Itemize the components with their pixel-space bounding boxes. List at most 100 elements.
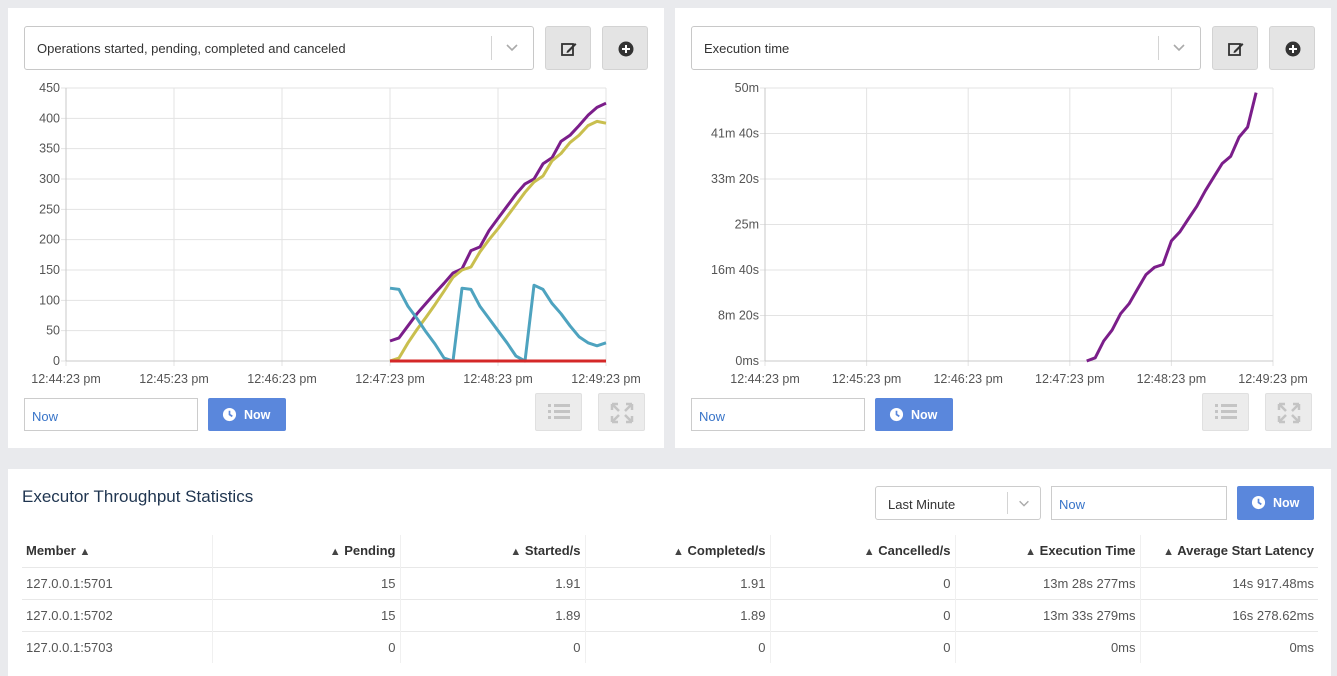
table-row: 127.0.0.1:5703 0 0 0 0 0ms 0ms (22, 630, 1318, 663)
metric-select-value: Operations started, pending, completed a… (37, 41, 346, 56)
metric-select[interactable]: Execution time (691, 26, 1201, 70)
add-chart-button[interactable] (602, 26, 648, 70)
y-tick-label: 0ms (735, 354, 759, 368)
sort-icon[interactable]: ▲ (1025, 546, 1036, 558)
cell-cancelled: 0 (770, 598, 956, 631)
now-button[interactable]: Now (1237, 486, 1314, 520)
time-range-value: Last Minute (888, 497, 956, 512)
select-divider (1158, 36, 1159, 60)
y-tick-label: 50m (735, 81, 759, 95)
time-input[interactable]: Now (1051, 486, 1227, 520)
expand-icon (1277, 402, 1301, 424)
throughput-table: Member ▲︎ ▲ Pending ▲ Started/s ▲ Comple… (22, 535, 1318, 663)
cell-pending: 15 (212, 566, 401, 599)
y-tick-label: 150 (39, 263, 60, 277)
legend-toggle-button[interactable] (1202, 393, 1249, 431)
throughput-stats-panel: Executor Throughput Statistics Last Minu… (8, 469, 1331, 676)
y-tick-label: 25m (735, 218, 759, 232)
x-tick-label: 12:46:23 pm (247, 372, 317, 386)
sort-icon[interactable]: ▲ (864, 546, 875, 558)
time-input[interactable]: Now (24, 398, 198, 431)
y-tick-label: 100 (39, 293, 60, 307)
y-tick-label: 16m 40s (711, 263, 759, 277)
legend-toggle-button[interactable] (535, 393, 582, 431)
x-tick-label: 12:44:23 pm (730, 372, 800, 386)
cell-pending: 15 (212, 598, 401, 631)
clock-icon (1251, 495, 1266, 510)
execution-time-chart-panel: Execution time 0ms 8m 20s 16m 40s 25m 33m 20… (675, 8, 1331, 448)
y-tick-label: 350 (39, 142, 60, 156)
time-input[interactable]: Now (691, 398, 865, 431)
chevron-down-icon[interactable] (1171, 39, 1187, 55)
edit-chart-button[interactable] (545, 26, 591, 70)
now-button[interactable]: Now (875, 398, 953, 431)
chevron-down-icon[interactable] (504, 39, 520, 55)
sort-icon[interactable]: ▲︎ (79, 546, 90, 558)
time-input-value: Now (32, 409, 59, 424)
cell-completed: 0 (585, 630, 771, 663)
table-row: 127.0.0.1:5701 15 1.91 1.91 0 13m 28s 27… (22, 566, 1318, 599)
select-divider (491, 36, 492, 60)
column-header-pending[interactable]: ▲ Pending (212, 535, 401, 567)
operations-line-chart: 0 50 100 150 200 250 300 350 400 450 12:44:23 pm 12… (31, 81, 641, 386)
x-tick-label: 12:46:23 pm (933, 372, 1003, 386)
list-icon (548, 404, 570, 419)
chevron-down-icon[interactable] (1017, 496, 1031, 510)
cell-started: 1.89 (400, 598, 586, 631)
y-tick-label: 8m 20s (718, 309, 759, 323)
x-tick-label: 12:45:23 pm (139, 372, 209, 386)
cell-completed: 1.89 (585, 598, 771, 631)
fullscreen-button[interactable] (1265, 393, 1312, 431)
column-header-execution-time[interactable]: ▲ Execution Time (955, 535, 1141, 567)
y-tick-label: 41m 40s (711, 127, 759, 141)
edit-chart-button[interactable] (1212, 26, 1258, 70)
plus-circle-icon (1285, 41, 1301, 57)
clock-icon (889, 407, 904, 422)
column-header-avg-start-latency[interactable]: ▲ Average Start Latency (1140, 535, 1318, 567)
cell-member: 127.0.0.1:5703 (22, 630, 213, 663)
cell-avg-start-latency: 14s 917.48ms (1140, 566, 1318, 599)
cell-execution-time: 13m 33s 279ms (955, 598, 1141, 631)
now-button-label: Now (911, 408, 938, 422)
column-header-cancelled[interactable]: ▲ Cancelled/s (770, 535, 956, 567)
sort-icon[interactable]: ▲ (330, 546, 341, 558)
cell-avg-start-latency: 0ms (1140, 630, 1318, 663)
edit-icon (1228, 43, 1244, 56)
table-row: 127.0.0.1:5702 15 1.89 1.89 0 13m 33s 27… (22, 598, 1318, 631)
metric-select[interactable]: Operations started, pending, completed a… (24, 26, 534, 70)
execution-time-line-chart: 0ms 8m 20s 16m 40s 25m 33m 20s 41m 40s 50m 12:4… (711, 81, 1308, 386)
add-chart-button[interactable] (1269, 26, 1315, 70)
x-tick-label: 12:49:23 pm (571, 372, 641, 386)
select-divider (1007, 492, 1008, 514)
y-tick-label: 200 (39, 233, 60, 247)
cell-execution-time: 0ms (955, 630, 1141, 663)
now-button-label: Now (1273, 496, 1300, 510)
edit-icon (561, 43, 577, 56)
column-header-started[interactable]: ▲ Started/s (400, 535, 586, 567)
list-icon (1215, 404, 1237, 419)
table-header-row: Member ▲︎ ▲ Pending ▲ Started/s ▲ Comple… (22, 535, 1318, 567)
cell-member: 127.0.0.1:5702 (22, 598, 213, 631)
operations-chart-panel: Operations started, pending, completed a… (8, 8, 664, 448)
y-tick-label: 400 (39, 111, 60, 125)
sort-icon[interactable]: ▲ (510, 546, 521, 558)
y-tick-label: 0 (53, 354, 60, 368)
fullscreen-button[interactable] (598, 393, 645, 431)
y-tick-label: 250 (39, 202, 60, 216)
sort-icon[interactable]: ▲ (673, 546, 684, 558)
cell-cancelled: 0 (770, 566, 956, 599)
time-input-value: Now (1059, 497, 1086, 512)
y-tick-label: 33m 20s (711, 172, 759, 186)
time-range-select[interactable]: Last Minute (875, 486, 1041, 520)
time-input-value: Now (699, 409, 726, 424)
y-tick-label: 450 (39, 81, 60, 95)
cell-member: 127.0.0.1:5701 (22, 566, 213, 599)
column-header-completed[interactable]: ▲ Completed/s (585, 535, 771, 567)
now-button[interactable]: Now (208, 398, 286, 431)
y-tick-label: 50 (46, 324, 60, 338)
cell-cancelled: 0 (770, 630, 956, 663)
cell-started: 0 (400, 630, 586, 663)
metric-select-value: Execution time (704, 41, 790, 56)
column-header-member[interactable]: Member ▲︎ (22, 535, 213, 567)
sort-icon[interactable]: ▲ (1163, 546, 1174, 558)
